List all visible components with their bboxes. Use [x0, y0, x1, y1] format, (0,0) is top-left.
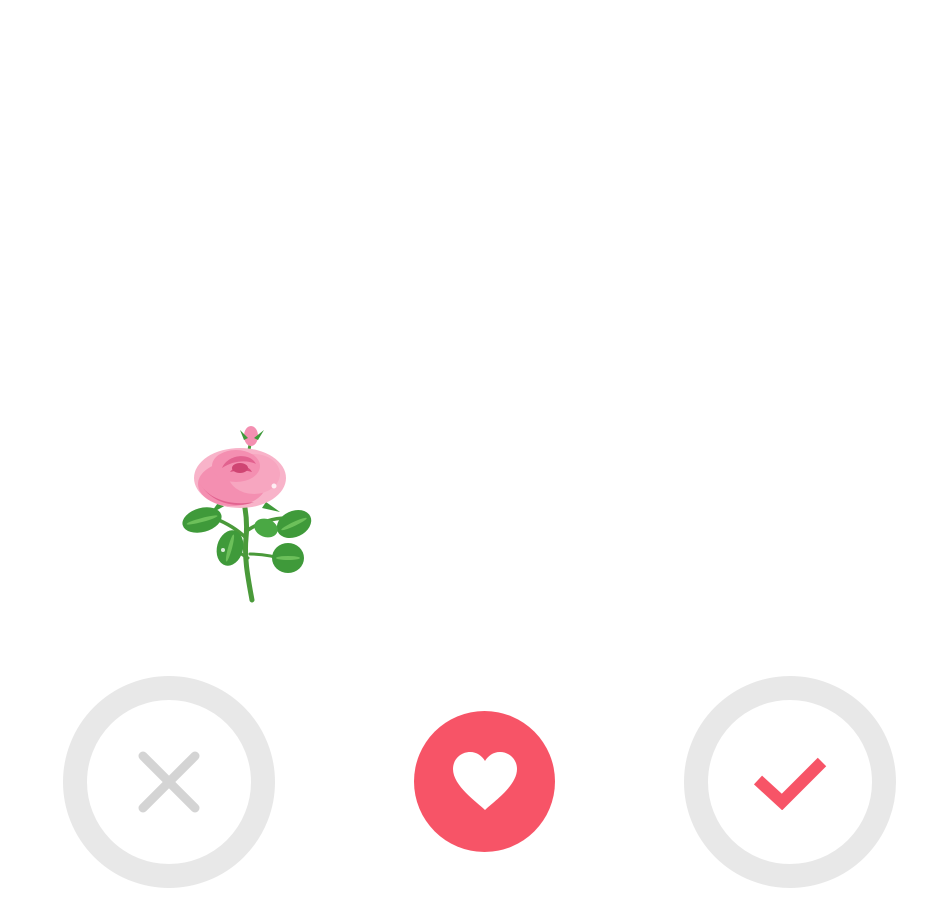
like-button[interactable]: [684, 676, 896, 888]
rose-icon: [182, 426, 312, 603]
heart-icon: [452, 751, 517, 810]
rose-image: [170, 418, 318, 604]
dislike-button[interactable]: [63, 676, 275, 888]
favorite-button[interactable]: [414, 711, 555, 852]
check-icon: [753, 757, 827, 810]
close-icon: [138, 751, 200, 813]
